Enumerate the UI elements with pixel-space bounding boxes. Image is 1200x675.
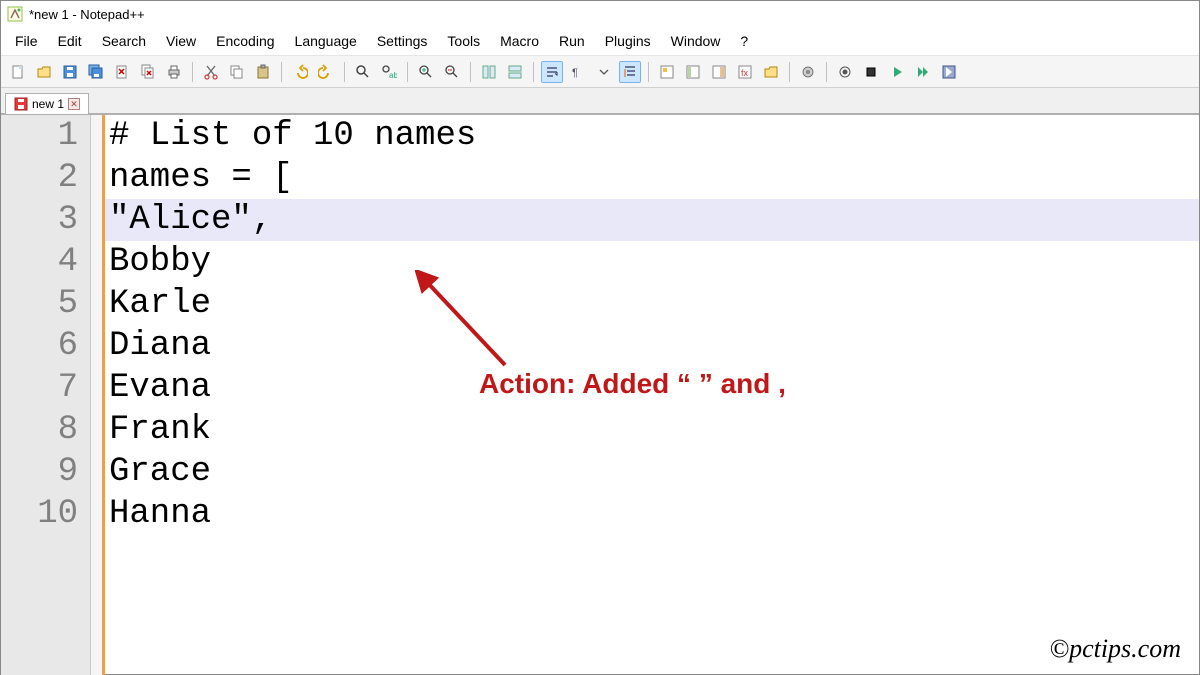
menu-tools[interactable]: Tools <box>437 29 490 53</box>
save-all-icon[interactable] <box>85 61 107 83</box>
menu-encoding[interactable]: Encoding <box>206 29 284 53</box>
toolbar-sep <box>281 62 282 82</box>
menu-plugins[interactable]: Plugins <box>595 29 661 53</box>
unsaved-icon <box>14 97 28 111</box>
toolbar-sep <box>789 62 790 82</box>
indent-guide-icon[interactable] <box>619 61 641 83</box>
zoom-in-icon[interactable] <box>415 61 437 83</box>
play-icon[interactable] <box>886 61 908 83</box>
tab-name: new 1 <box>32 97 64 111</box>
change-margin <box>91 115 105 675</box>
code-line[interactable]: Grace <box>105 451 1199 493</box>
menu-search[interactable]: Search <box>92 29 156 53</box>
print-icon[interactable] <box>163 61 185 83</box>
paste-icon[interactable] <box>252 61 274 83</box>
save-macro-icon[interactable] <box>938 61 960 83</box>
window-title: *new 1 - Notepad++ <box>29 7 145 22</box>
code-line[interactable]: names = [ <box>105 157 1199 199</box>
close-icon[interactable] <box>111 61 133 83</box>
cut-icon[interactable] <box>200 61 222 83</box>
line-number: 4 <box>1 241 78 283</box>
doc-map-icon[interactable] <box>682 61 704 83</box>
line-number: 8 <box>1 409 78 451</box>
dropdown-icon[interactable] <box>593 61 615 83</box>
close-all-icon[interactable] <box>137 61 159 83</box>
record-icon[interactable] <box>834 61 856 83</box>
menu-macro[interactable]: Macro <box>490 29 549 53</box>
line-number: 6 <box>1 325 78 367</box>
code-line[interactable]: Karle <box>105 283 1199 325</box>
zoom-out-icon[interactable] <box>441 61 463 83</box>
svg-text:fx: fx <box>741 68 749 78</box>
stop-icon[interactable] <box>860 61 882 83</box>
toolbar-sep <box>192 62 193 82</box>
menu-file[interactable]: File <box>5 29 48 53</box>
replace-icon[interactable]: ab <box>378 61 400 83</box>
menu-window[interactable]: Window <box>661 29 731 53</box>
show-chars-icon[interactable]: ¶ <box>567 61 589 83</box>
line-number: 9 <box>1 451 78 493</box>
menu-help[interactable]: ? <box>730 29 758 53</box>
toolbar-sep <box>533 62 534 82</box>
line-number: 2 <box>1 157 78 199</box>
menu-settings[interactable]: Settings <box>367 29 438 53</box>
menu-language[interactable]: Language <box>285 29 367 53</box>
app-icon <box>7 6 23 22</box>
new-file-icon[interactable] <box>7 61 29 83</box>
line-number: 3 <box>1 199 78 241</box>
copy-icon[interactable] <box>226 61 248 83</box>
line-number: 5 <box>1 283 78 325</box>
toolbar-sep <box>826 62 827 82</box>
line-number: 1 <box>1 115 78 157</box>
watermark: ©pctips.com <box>1049 634 1181 664</box>
code-area[interactable]: # List of 10 namesnames = ["Alice",Bobby… <box>105 115 1199 675</box>
toolbar: ab ¶ fx <box>1 56 1199 88</box>
save-icon[interactable] <box>59 61 81 83</box>
svg-text:¶: ¶ <box>572 67 578 79</box>
code-line[interactable]: "Alice", <box>105 199 1199 241</box>
find-icon[interactable] <box>352 61 374 83</box>
monitor-icon[interactable] <box>797 61 819 83</box>
menubar: File Edit Search View Encoding Language … <box>1 27 1199 56</box>
titlebar: *new 1 - Notepad++ <box>1 1 1199 27</box>
udl-icon[interactable] <box>656 61 678 83</box>
toolbar-sep <box>407 62 408 82</box>
file-tab[interactable]: new 1 ✕ <box>5 93 89 114</box>
redo-icon[interactable] <box>315 61 337 83</box>
doc-list-icon[interactable] <box>708 61 730 83</box>
code-line[interactable]: Bobby <box>105 241 1199 283</box>
code-line[interactable]: Diana <box>105 325 1199 367</box>
sync-v-icon[interactable] <box>478 61 500 83</box>
open-file-icon[interactable] <box>33 61 55 83</box>
toolbar-sep <box>648 62 649 82</box>
line-number: 10 <box>1 493 78 535</box>
play-multi-icon[interactable] <box>912 61 934 83</box>
toolbar-sep <box>470 62 471 82</box>
toolbar-sep <box>344 62 345 82</box>
line-number: 7 <box>1 367 78 409</box>
sync-h-icon[interactable] <box>504 61 526 83</box>
func-list-icon[interactable]: fx <box>734 61 756 83</box>
line-number-gutter: 12345678910 <box>1 115 91 675</box>
code-line[interactable]: Frank <box>105 409 1199 451</box>
svg-text:ab: ab <box>389 71 397 80</box>
annotation-text: Action: Added “ ” and , <box>479 363 786 405</box>
tab-close-icon[interactable]: ✕ <box>68 98 80 110</box>
menu-view[interactable]: View <box>156 29 206 53</box>
editor: 12345678910 # List of 10 namesnames = ["… <box>1 114 1199 675</box>
menu-run[interactable]: Run <box>549 29 595 53</box>
code-line[interactable]: # List of 10 names <box>105 115 1199 157</box>
tabbar: new 1 ✕ <box>1 88 1199 114</box>
menu-edit[interactable]: Edit <box>48 29 92 53</box>
folder-icon[interactable] <box>760 61 782 83</box>
code-line[interactable]: Hanna <box>105 493 1199 535</box>
undo-icon[interactable] <box>289 61 311 83</box>
word-wrap-icon[interactable] <box>541 61 563 83</box>
